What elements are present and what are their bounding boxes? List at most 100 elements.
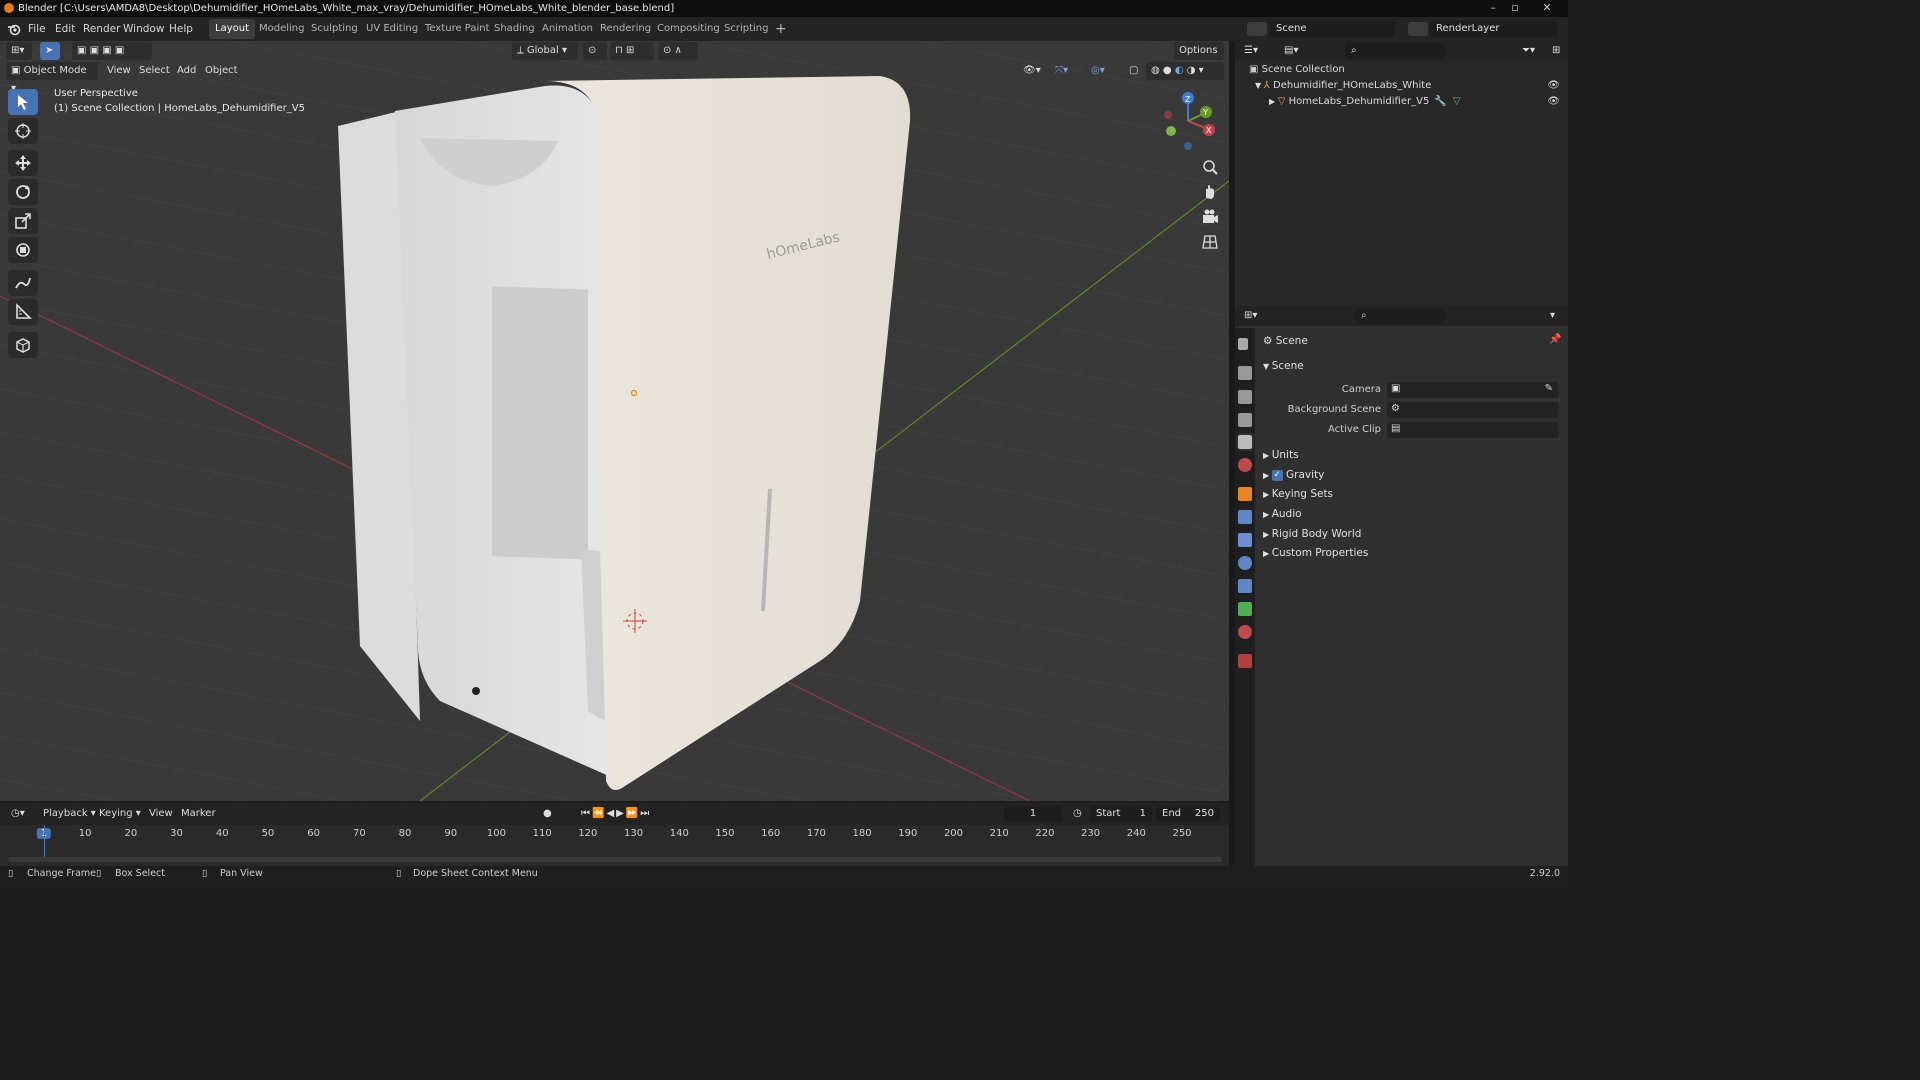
rigid-body-world-panel[interactable]: ▶ Rigid Body World	[1263, 525, 1361, 543]
transform-tool[interactable]	[8, 237, 38, 263]
scene-selector-icon[interactable]	[1247, 22, 1267, 36]
options-dropdown[interactable]: Options	[1174, 42, 1224, 60]
pivot-point-icon[interactable]: ⊙	[583, 42, 607, 60]
outliner-display-mode-icon[interactable]: ▤▾	[1279, 42, 1305, 60]
mesh-data-icon[interactable]: ▽	[1453, 94, 1461, 110]
data-tab-icon[interactable]	[1238, 602, 1252, 616]
expand-arrow-icon[interactable]: ▶	[1269, 97, 1278, 106]
cursor-tool[interactable]	[8, 118, 38, 144]
add-cube-tool[interactable]	[8, 332, 38, 358]
tab-compositing[interactable]: Compositing	[651, 19, 726, 39]
tab-uv-editing[interactable]: UV Editing	[360, 19, 424, 39]
physics-tab-icon[interactable]	[1238, 556, 1252, 570]
tab-sculpting[interactable]: Sculpting	[305, 19, 364, 39]
measure-tool[interactable]	[8, 299, 38, 325]
new-collection-icon[interactable]: ⊞	[1547, 42, 1565, 60]
outliner-filter-icon[interactable]: ⏷▾	[1517, 42, 1543, 60]
shading-mode-buttons[interactable]: ◍ ● ◐ ◑ ▾	[1146, 62, 1224, 80]
outliner-editor-type-icon[interactable]: ☰▾	[1239, 42, 1265, 60]
custom-properties-panel[interactable]: ▶ Custom Properties	[1263, 544, 1368, 562]
transform-orientation-dropdown[interactable]: ⟂ Global ▾	[512, 42, 578, 60]
timeline-scrollbar[interactable]	[8, 857, 1222, 862]
viewport-menu-add[interactable]: Add	[172, 62, 201, 80]
object-tab-icon[interactable]	[1238, 487, 1252, 501]
view-layer-selector-icon[interactable]	[1408, 22, 1428, 36]
object-mode-dropdown[interactable]: ▣ Object Mode ▾	[6, 62, 98, 94]
tab-scripting[interactable]: Scripting	[718, 19, 774, 39]
background-scene-field[interactable]: ⚙	[1387, 402, 1559, 418]
menu-help[interactable]: Help	[169, 21, 193, 37]
select-tool-icon[interactable]: ➤	[40, 42, 60, 60]
collapse-arrow-icon[interactable]: ▼	[1255, 81, 1264, 90]
active-clip-field[interactable]: ▤	[1387, 422, 1559, 438]
gravity-checkbox[interactable]: ✓	[1271, 469, 1283, 481]
rotate-tool[interactable]	[8, 179, 38, 205]
zoom-view-icon[interactable]	[1199, 156, 1221, 178]
pin-icon[interactable]: 📌	[1549, 334, 1561, 345]
add-workspace-icon[interactable]: +	[769, 19, 793, 39]
output-tab-icon[interactable]	[1238, 390, 1252, 404]
menu-file[interactable]: File	[28, 21, 46, 37]
close-icon[interactable]: ✕	[1536, 0, 1558, 17]
eyedropper-icon[interactable]: ✎	[1545, 383, 1553, 394]
properties-search-input[interactable]: ⌕	[1355, 308, 1445, 324]
outliner-item[interactable]: ▶ ▽ HomeLabs_Dehumidifier_V5 🔧 ▽ 👁	[1235, 94, 1568, 110]
camera-field[interactable]: ▣ ✎	[1387, 382, 1559, 398]
move-tool[interactable]	[8, 150, 38, 176]
scene-tab-icon[interactable]	[1236, 433, 1254, 451]
select-mode-buttons[interactable]: ▣ ▣ ▣ ▣	[72, 42, 152, 60]
editor-type-icon[interactable]: ⊞▾	[6, 42, 32, 60]
outliner-search-input[interactable]: ⌕	[1345, 43, 1445, 59]
scene-name-field[interactable]: Scene	[1270, 21, 1395, 37]
outliner-scene-collection[interactable]: ▣ Scene Collection	[1235, 62, 1568, 78]
tab-shading[interactable]: Shading	[488, 19, 541, 39]
tab-texture-paint[interactable]: Texture Paint	[419, 19, 496, 39]
texture-tab-icon[interactable]	[1238, 654, 1252, 668]
visibility-eye-icon[interactable]: 👁	[1547, 94, 1560, 110]
gravity-panel[interactable]: ▶ ✓ Gravity	[1263, 466, 1324, 484]
properties-editor-type-icon[interactable]: ⊞▾	[1239, 307, 1265, 325]
tab-modeling[interactable]: Modeling	[253, 19, 311, 39]
viewport-menu-object[interactable]: Object	[200, 62, 243, 80]
units-panel[interactable]: ▶ Units	[1263, 446, 1299, 464]
tool-tab-icon[interactable]	[1238, 338, 1248, 350]
select-box-tool[interactable]	[8, 89, 38, 115]
visibility-icon[interactable]: 👁▾	[1018, 62, 1046, 80]
material-tab-icon[interactable]	[1238, 625, 1252, 639]
xray-toggle-icon[interactable]: ▢	[1124, 62, 1144, 80]
overlay-toggle-icon[interactable]: ◎▾	[1086, 62, 1116, 80]
menu-edit[interactable]: Edit	[55, 21, 75, 37]
menu-window[interactable]: Window	[123, 21, 164, 37]
timeline-editor[interactable]: ◷▾ Playback ▾ Keying ▾ View Marker ● ⏮⏪◀…	[0, 803, 1229, 866]
camera-view-icon[interactable]	[1199, 206, 1221, 228]
viewport-menu-select[interactable]: Select	[134, 62, 175, 80]
tab-rendering[interactable]: Rendering	[594, 19, 657, 39]
annotate-tool[interactable]	[8, 270, 38, 296]
audio-panel[interactable]: ▶ Audio	[1263, 505, 1302, 523]
gizmo-toggle-icon[interactable]: ⤧▾	[1050, 62, 1080, 80]
3d-viewport[interactable]: hOmeLabs Z Y X ⊞▾ ➤ ▣ ▣ ▣ ▣ ⟂ Global ▾ ⊙…	[0, 41, 1229, 801]
minimize-icon[interactable]: –	[1482, 0, 1504, 17]
pan-view-icon[interactable]	[1199, 181, 1221, 203]
scale-tool[interactable]	[8, 208, 38, 234]
visibility-eye-icon[interactable]: 👁	[1547, 78, 1560, 94]
proportional-editing-icon[interactable]: ⊙ ∧	[658, 42, 698, 60]
view-layer-field[interactable]: RenderLayer	[1430, 21, 1558, 37]
snapping-icon[interactable]: ⊓ ⊞	[610, 42, 654, 60]
tab-animation[interactable]: Animation	[536, 19, 599, 39]
constraints-tab-icon[interactable]	[1238, 579, 1252, 593]
properties-options-icon[interactable]: ▾	[1545, 307, 1563, 325]
view-layer-tab-icon[interactable]	[1238, 413, 1252, 427]
modifier-wrench-icon[interactable]: 🔧	[1434, 94, 1446, 110]
playhead-line[interactable]	[44, 825, 45, 857]
perspective-toggle-icon[interactable]	[1199, 231, 1221, 253]
modifier-tab-icon[interactable]	[1238, 510, 1252, 524]
world-tab-icon[interactable]	[1238, 458, 1252, 472]
particles-tab-icon[interactable]	[1238, 533, 1252, 547]
outliner-item[interactable]: ▼ ⅄ Dehumidifier_HOmeLabs_White 👁	[1235, 78, 1568, 94]
scene-panel-header[interactable]: ▼ Scene	[1263, 357, 1304, 375]
maximize-icon[interactable]: ▫	[1504, 0, 1526, 17]
menu-render[interactable]: Render	[83, 21, 120, 37]
render-tab-icon[interactable]	[1238, 366, 1252, 380]
blender-menu-icon[interactable]	[7, 22, 21, 36]
